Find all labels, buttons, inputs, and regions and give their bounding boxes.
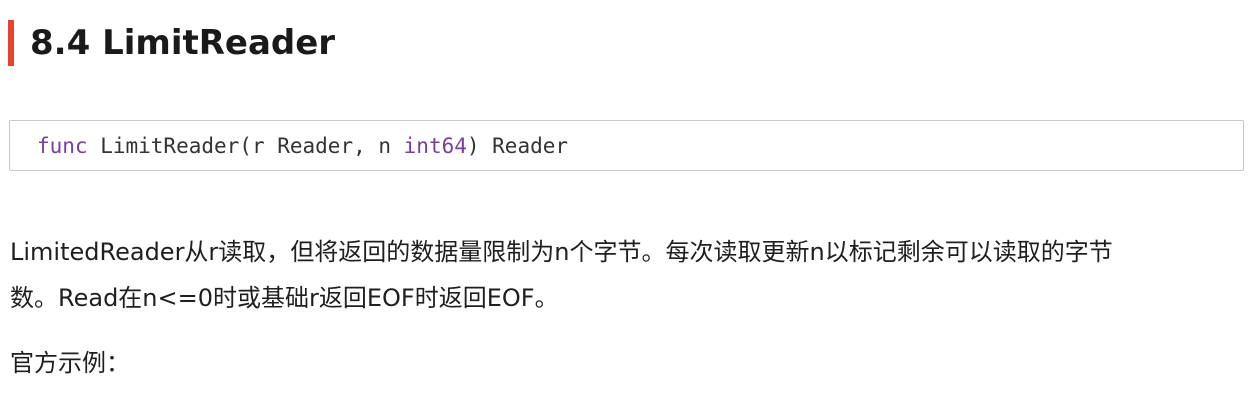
section-title: 8.4 LimitReader [30, 23, 336, 63]
heading-accent-bar [8, 20, 14, 66]
code-before-type: LimitReader(r Reader, n [87, 133, 404, 158]
code-keyword: func [37, 133, 88, 158]
code-signature: func LimitReader(r Reader, n int64) Read… [37, 134, 568, 158]
description-paragraph: LimitedReader从r读取，但将返回的数据量限制为n个字节。每次读取更新… [10, 229, 1230, 321]
code-block: func LimitReader(r Reader, n int64) Read… [9, 120, 1244, 171]
code-type: int64 [403, 133, 467, 158]
code-after-type: ) Reader [466, 133, 569, 158]
example-label: 官方示例： [10, 349, 130, 377]
description-line-2: 数。Read在n<=0时或基础r返回EOF时返回EOF。 [10, 284, 559, 312]
section-heading: 8.4 LimitReader [8, 20, 335, 66]
description-line-1: LimitedReader从r读取，但将返回的数据量限制为n个字节。每次读取更新… [10, 238, 1113, 266]
